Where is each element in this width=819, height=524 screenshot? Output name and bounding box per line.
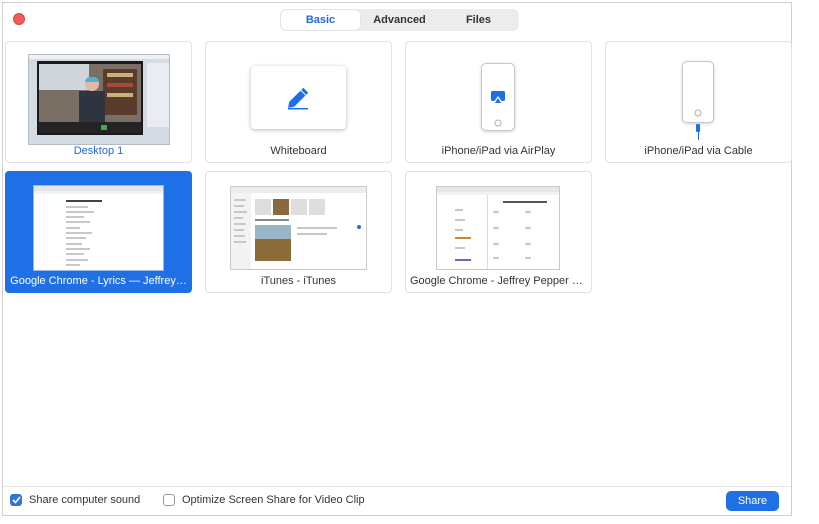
card-label: Google Chrome - Jeffrey Pepper R… [410, 275, 587, 287]
tab-bar: Basic Advanced Files [280, 9, 519, 31]
card-label: iPhone/iPad via Cable [644, 145, 753, 157]
airplay-icon [491, 91, 505, 127]
itunes-thumbnail-icon [230, 186, 367, 270]
share-option-itunes[interactable]: iTunes - iTunes [205, 171, 392, 293]
cable-icon [694, 109, 702, 117]
share-button[interactable]: Share [726, 491, 779, 511]
card-label: Whiteboard [270, 145, 327, 157]
share-computer-sound-option[interactable]: Share computer sound [10, 494, 140, 506]
share-option-chrome-jeffrey-pepper[interactable]: Google Chrome - Jeffrey Pepper R… [405, 171, 592, 293]
calendar-thumbnail-icon [436, 186, 560, 270]
tab-files[interactable]: Files [439, 10, 518, 30]
close-window-button[interactable] [13, 13, 25, 25]
card-label: iTunes - iTunes [261, 275, 336, 287]
share-option-whiteboard[interactable]: Whiteboard [205, 41, 392, 163]
tab-basic[interactable]: Basic [281, 10, 360, 30]
optimize-video-checkbox[interactable] [163, 494, 175, 506]
iphone-cable-thumbnail [682, 61, 714, 123]
share-screen-window: Basic Advanced Files Desktop 1 Whiteboar… [2, 2, 792, 516]
checkmark-icon [11, 496, 21, 504]
share-option-airplay[interactable]: iPhone/iPad via AirPlay [405, 41, 592, 163]
optimize-video-clip-option[interactable]: Optimize Screen Share for Video Clip [163, 494, 365, 506]
card-label: iPhone/iPad via AirPlay [441, 145, 556, 157]
whiteboard-thumbnail [251, 66, 346, 129]
optimize-video-label: Optimize Screen Share for Video Clip [182, 494, 365, 506]
card-label: Google Chrome - Lyrics — Jeffrey… [10, 275, 187, 287]
footer-bar: Share computer sound Optimize Screen Sha… [3, 486, 791, 515]
desktop-thumbnail-icon [28, 54, 170, 145]
card-label: Desktop 1 [73, 145, 124, 157]
share-option-chrome-lyrics[interactable]: Google Chrome - Lyrics — Jeffrey… [5, 171, 192, 293]
share-sound-checkbox[interactable] [10, 494, 22, 506]
iphone-thumbnail [481, 63, 515, 131]
tab-advanced[interactable]: Advanced [360, 10, 439, 30]
share-sound-label: Share computer sound [29, 494, 141, 506]
cable-wire-icon [697, 131, 699, 140]
share-option-desktop-1[interactable]: Desktop 1 [5, 41, 192, 163]
document-thumbnail-icon [33, 185, 164, 271]
pencil-icon [288, 87, 309, 110]
share-option-cable[interactable]: iPhone/iPad via Cable [605, 41, 792, 163]
